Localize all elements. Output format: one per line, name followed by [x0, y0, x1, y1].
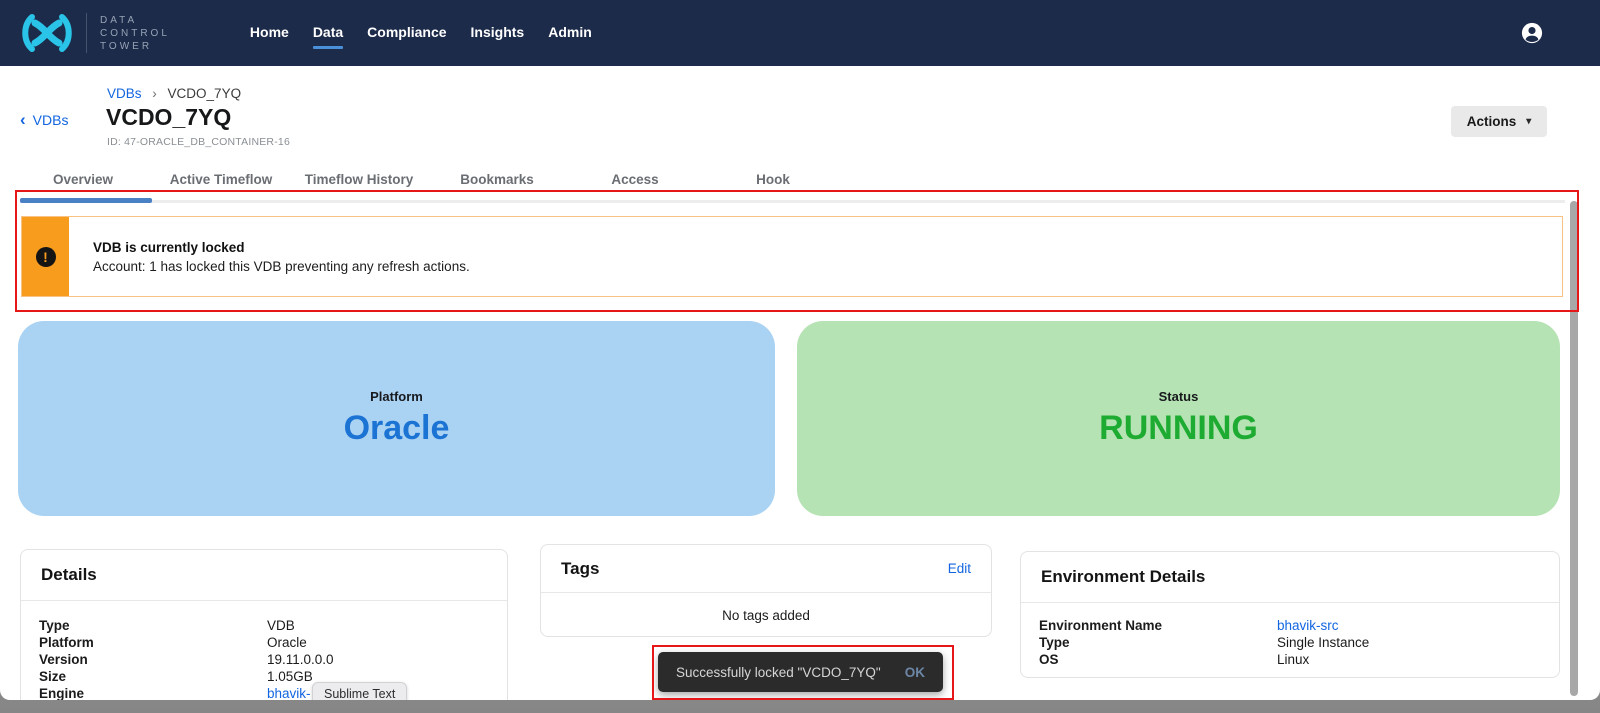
detail-row-value: VDB — [267, 617, 295, 634]
page-title: VCDO_7YQ — [106, 104, 231, 131]
detail-row-value: Oracle — [267, 634, 307, 651]
environment-row-label: OS — [1039, 651, 1277, 668]
platform-card: Platform Oracle — [18, 321, 775, 516]
environment-card-header: Environment Details — [1021, 552, 1559, 603]
detail-row-label: Engine — [39, 685, 267, 700]
breadcrumb-separator: › — [152, 86, 157, 101]
warning-title: VDB is currently locked — [93, 240, 470, 255]
tab-baseline — [20, 200, 1565, 203]
nav-item-admin[interactable]: Admin — [548, 24, 592, 42]
details-card-body: Type VDB Platform Oracle Version 19.11.0… — [21, 601, 507, 700]
environment-row-label: Type — [1039, 634, 1277, 651]
chevron-left-icon: ‹ — [20, 113, 26, 127]
detail-row-value: 19.11.0.0.0 — [267, 651, 334, 668]
tab-overview[interactable]: Overview — [14, 168, 152, 191]
desktop-background — [0, 700, 1600, 713]
os-tooltip: Sublime Text — [312, 682, 407, 700]
tab-active-timeflow[interactable]: Active Timeflow — [152, 168, 290, 191]
platform-card-value: Oracle — [344, 409, 450, 448]
detail-row-label: Version — [39, 651, 267, 668]
status-card-label: Status — [1159, 389, 1199, 404]
environment-card-body: Environment Name bhavik-src Type Single … — [1021, 603, 1559, 668]
environment-row-label: Environment Name — [1039, 617, 1277, 634]
breadcrumb-vdbs-link[interactable]: VDBs — [107, 86, 142, 101]
detail-row: Type VDB — [39, 617, 507, 634]
environment-details-card: Environment Details Environment Name bha… — [1020, 551, 1560, 678]
nav-item-home[interactable]: Home — [250, 24, 289, 42]
user-account-icon[interactable] — [1521, 22, 1543, 44]
warning-icon-block: ! — [22, 217, 69, 296]
vdb-id-label: ID: 47-ORACLE_DB_CONTAINER-16 — [107, 136, 290, 148]
toast-message: Successfully locked "VCDO_7YQ" — [676, 665, 881, 680]
scrollbar-thumb[interactable] — [1570, 201, 1578, 696]
actions-button-label: Actions — [1467, 114, 1517, 129]
brand-name: DATA CONTROL TOWER — [100, 14, 170, 53]
vertical-scrollbar[interactable] — [1569, 201, 1579, 696]
environment-row: OS Linux — [1039, 651, 1559, 668]
environment-name-link[interactable]: bhavik-src — [1277, 617, 1339, 634]
environment-row-value: Linux — [1277, 651, 1309, 668]
tags-edit-link[interactable]: Edit — [948, 561, 971, 576]
breadcrumb: VDBs › VCDO_7YQ — [107, 86, 241, 101]
status-card-value: RUNNING — [1099, 409, 1258, 448]
breadcrumb-current: VCDO_7YQ — [168, 86, 242, 101]
tab-access[interactable]: Access — [566, 168, 704, 191]
warning-text-block: VDB is currently locked Account: 1 has l… — [69, 217, 470, 296]
detail-row-value: 1.05GB — [267, 668, 313, 685]
details-card-title: Details — [41, 565, 97, 585]
detail-row: Size 1.05GB — [39, 668, 507, 685]
lock-warning-banner: ! VDB is currently locked Account: 1 has… — [21, 216, 1563, 297]
dct-logo-icon — [18, 12, 76, 54]
nav-item-data[interactable]: Data — [313, 24, 343, 42]
brand-logo[interactable]: DATA CONTROL TOWER — [0, 12, 170, 54]
nav-item-insights[interactable]: Insights — [471, 24, 525, 42]
toast-notification: Successfully locked "VCDO_7YQ" OK — [658, 652, 943, 692]
status-card: Status RUNNING — [797, 321, 1560, 516]
actions-dropdown-button[interactable]: Actions ▾ — [1451, 106, 1547, 137]
chevron-down-icon: ▾ — [1526, 116, 1531, 127]
detail-row: Version 19.11.0.0.0 — [39, 651, 507, 668]
details-card-header: Details — [21, 550, 507, 601]
detail-row-label: Size — [39, 668, 267, 685]
detail-row: Platform Oracle — [39, 634, 507, 651]
platform-card-label: Platform — [370, 389, 423, 404]
environment-row-value: Single Instance — [1277, 634, 1369, 651]
detail-row-label: Type — [39, 617, 267, 634]
environment-card-title: Environment Details — [1041, 567, 1205, 587]
back-link-label: VDBs — [33, 112, 69, 128]
toast-ok-button[interactable]: OK — [905, 665, 925, 680]
environment-row: Type Single Instance — [1039, 634, 1559, 651]
back-to-vdbs-link[interactable]: ‹ VDBs — [20, 112, 68, 128]
top-navbar: DATA CONTROL TOWER Home Data Compliance … — [0, 0, 1600, 66]
page-content: ‹ VDBs VDBs › VCDO_7YQ VCDO_7YQ ID: 47-O… — [0, 66, 1600, 700]
warning-message: Account: 1 has locked this VDB preventin… — [93, 259, 470, 274]
nav-item-compliance[interactable]: Compliance — [367, 24, 446, 42]
exclamation-icon: ! — [36, 247, 56, 267]
tab-bar: Overview Active Timeflow Timeflow Histor… — [14, 168, 842, 191]
tags-empty-text: No tags added — [541, 593, 991, 623]
main-nav: Home Data Compliance Insights Admin — [250, 24, 592, 42]
active-tab-indicator — [20, 198, 152, 203]
environment-row: Environment Name bhavik-src — [1039, 617, 1559, 634]
detail-row-label: Platform — [39, 634, 267, 651]
tags-card-header: Tags Edit — [541, 545, 991, 593]
tab-timeflow-history[interactable]: Timeflow History — [290, 168, 428, 191]
os-tooltip-text: Sublime Text — [324, 687, 395, 701]
detail-row: Engine bhavik- — [39, 685, 507, 700]
screen: DATA CONTROL TOWER Home Data Compliance … — [0, 0, 1600, 713]
tab-bookmarks[interactable]: Bookmarks — [428, 168, 566, 191]
details-card: Details Type VDB Platform Oracle Version… — [20, 549, 508, 700]
engine-link[interactable]: bhavik- — [267, 685, 311, 700]
tags-card-title: Tags — [561, 559, 599, 579]
tags-card: Tags Edit No tags added — [540, 544, 992, 637]
tab-hook[interactable]: Hook — [704, 168, 842, 191]
logo-divider — [86, 13, 87, 53]
